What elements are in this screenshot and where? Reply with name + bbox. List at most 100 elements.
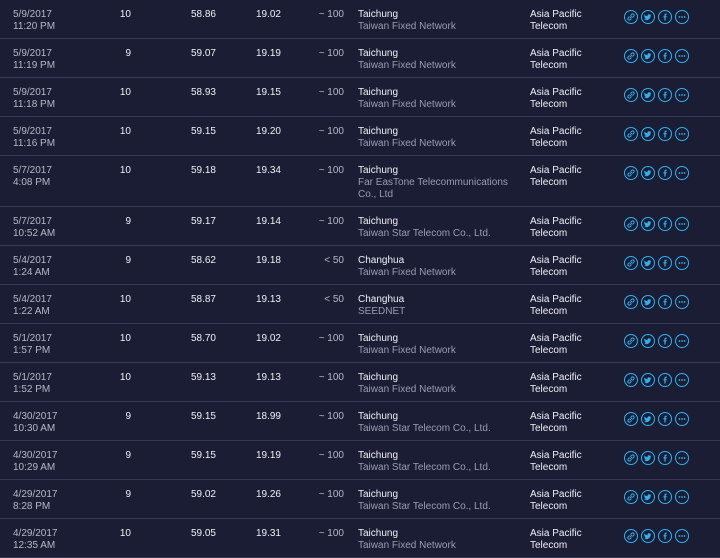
link-icon[interactable] [624,490,638,504]
table-row[interactable]: 5/1/2017 1:57 PM 10 58.70 19.02 ~ 100 Ta… [0,324,720,363]
result-value-2: 19.13 [255,372,281,383]
table-row[interactable]: 4/29/2017 8:28 PM 9 59.02 19.26 ~ 100 Ta… [0,480,720,519]
result-value-2: 19.20 [255,126,281,137]
more-options-icon[interactable] [675,373,689,387]
link-icon[interactable] [624,373,638,387]
more-options-icon[interactable] [675,295,689,309]
facebook-icon[interactable] [658,529,672,543]
result-connections: 9 [125,255,131,266]
link-icon[interactable] [624,166,638,180]
link-icon[interactable] [624,217,638,231]
result-location: Taichung Taiwan Fixed Network [358,87,528,111]
twitter-icon[interactable] [641,373,655,387]
result-server: Asia Pacific Telecom [530,333,620,357]
more-options-icon[interactable] [675,451,689,465]
result-distance: ~ 100 [318,87,344,98]
table-row[interactable]: 5/9/2017 11:19 PM 9 59.07 19.19 ~ 100 Ta… [0,39,720,78]
twitter-icon[interactable] [641,334,655,348]
facebook-icon[interactable] [658,217,672,231]
facebook-icon[interactable] [658,295,672,309]
result-date: 5/4/2017 [13,255,52,266]
result-distance: ~ 100 [318,165,344,176]
facebook-icon[interactable] [658,412,672,426]
result-value-2: 19.19 [255,48,281,59]
table-row[interactable]: 4/30/2017 10:30 AM 9 59.15 18.99 ~ 100 T… [0,402,720,441]
link-icon[interactable] [624,295,638,309]
more-options-icon[interactable] [675,334,689,348]
result-isp: Taiwan Star Telecom Co., Ltd. [358,462,491,473]
table-row[interactable]: 5/4/2017 1:22 AM 10 58.87 19.13 < 50 Cha… [0,285,720,324]
facebook-icon[interactable] [658,49,672,63]
result-connections: 10 [119,9,131,20]
result-time: 12:35 AM [13,540,56,551]
result-server-line1: Asia Pacific [530,294,582,305]
more-options-icon[interactable] [675,127,689,141]
table-row[interactable]: 5/9/2017 11:20 PM 10 58.86 19.02 ~ 100 T… [0,0,720,39]
facebook-icon[interactable] [658,10,672,24]
twitter-icon[interactable] [641,166,655,180]
table-row[interactable]: 5/9/2017 11:18 PM 10 58.93 19.15 ~ 100 T… [0,78,720,117]
twitter-icon[interactable] [641,529,655,543]
result-server-line2: Telecom [530,462,568,473]
result-value-2: 19.02 [255,9,281,20]
result-value-2: 19.14 [255,216,281,227]
link-icon[interactable] [624,256,638,270]
more-options-icon[interactable] [675,490,689,504]
result-server-line2: Telecom [530,345,568,356]
result-city: Taichung [358,528,399,539]
result-date: 5/1/2017 [13,372,52,383]
facebook-icon[interactable] [658,334,672,348]
row-actions [624,295,689,309]
link-icon[interactable] [624,88,638,102]
more-options-icon[interactable] [675,49,689,63]
facebook-icon[interactable] [658,256,672,270]
facebook-icon[interactable] [658,127,672,141]
table-row[interactable]: 5/7/2017 4:08 PM 10 59.18 19.34 ~ 100 Ta… [0,156,720,207]
table-row[interactable]: 4/30/2017 10:29 AM 9 59.15 19.19 ~ 100 T… [0,441,720,480]
more-options-icon[interactable] [675,217,689,231]
link-icon[interactable] [624,529,638,543]
result-date: 5/7/2017 [13,216,52,227]
twitter-icon[interactable] [641,490,655,504]
table-row[interactable]: 4/29/2017 12:35 AM 10 59.05 19.31 ~ 100 … [0,519,720,558]
result-datetime: 5/7/2017 10:52 AM [13,216,103,240]
result-server: Asia Pacific Telecom [530,48,620,72]
twitter-icon[interactable] [641,451,655,465]
more-options-icon[interactable] [675,166,689,180]
result-server-line1: Asia Pacific [530,528,582,539]
more-options-icon[interactable] [675,256,689,270]
twitter-icon[interactable] [641,256,655,270]
facebook-icon[interactable] [658,166,672,180]
twitter-icon[interactable] [641,88,655,102]
result-isp: Taiwan Star Telecom Co., Ltd. [358,501,491,512]
result-connections: 10 [119,372,131,383]
facebook-icon[interactable] [658,88,672,102]
more-options-icon[interactable] [675,529,689,543]
result-datetime: 5/4/2017 1:24 AM [13,255,103,279]
table-row[interactable]: 5/4/2017 1:24 AM 9 58.62 19.18 < 50 Chan… [0,246,720,285]
row-actions [624,334,689,348]
link-icon[interactable] [624,10,638,24]
more-options-icon[interactable] [675,88,689,102]
twitter-icon[interactable] [641,127,655,141]
link-icon[interactable] [624,49,638,63]
twitter-icon[interactable] [641,412,655,426]
twitter-icon[interactable] [641,10,655,24]
table-row[interactable]: 5/1/2017 1:52 PM 10 59.13 19.13 ~ 100 Ta… [0,363,720,402]
facebook-icon[interactable] [658,451,672,465]
result-location: Taichung Taiwan Star Telecom Co., Ltd. [358,489,528,513]
link-icon[interactable] [624,127,638,141]
table-row[interactable]: 5/7/2017 10:52 AM 9 59.17 19.14 ~ 100 Ta… [0,207,720,246]
twitter-icon[interactable] [641,217,655,231]
link-icon[interactable] [624,334,638,348]
facebook-icon[interactable] [658,490,672,504]
link-icon[interactable] [624,412,638,426]
more-options-icon[interactable] [675,10,689,24]
twitter-icon[interactable] [641,295,655,309]
link-icon[interactable] [624,451,638,465]
more-options-icon[interactable] [675,412,689,426]
facebook-icon[interactable] [658,373,672,387]
twitter-icon[interactable] [641,49,655,63]
table-row[interactable]: 5/9/2017 11:16 PM 10 59.15 19.20 ~ 100 T… [0,117,720,156]
result-date: 4/29/2017 [13,489,58,500]
